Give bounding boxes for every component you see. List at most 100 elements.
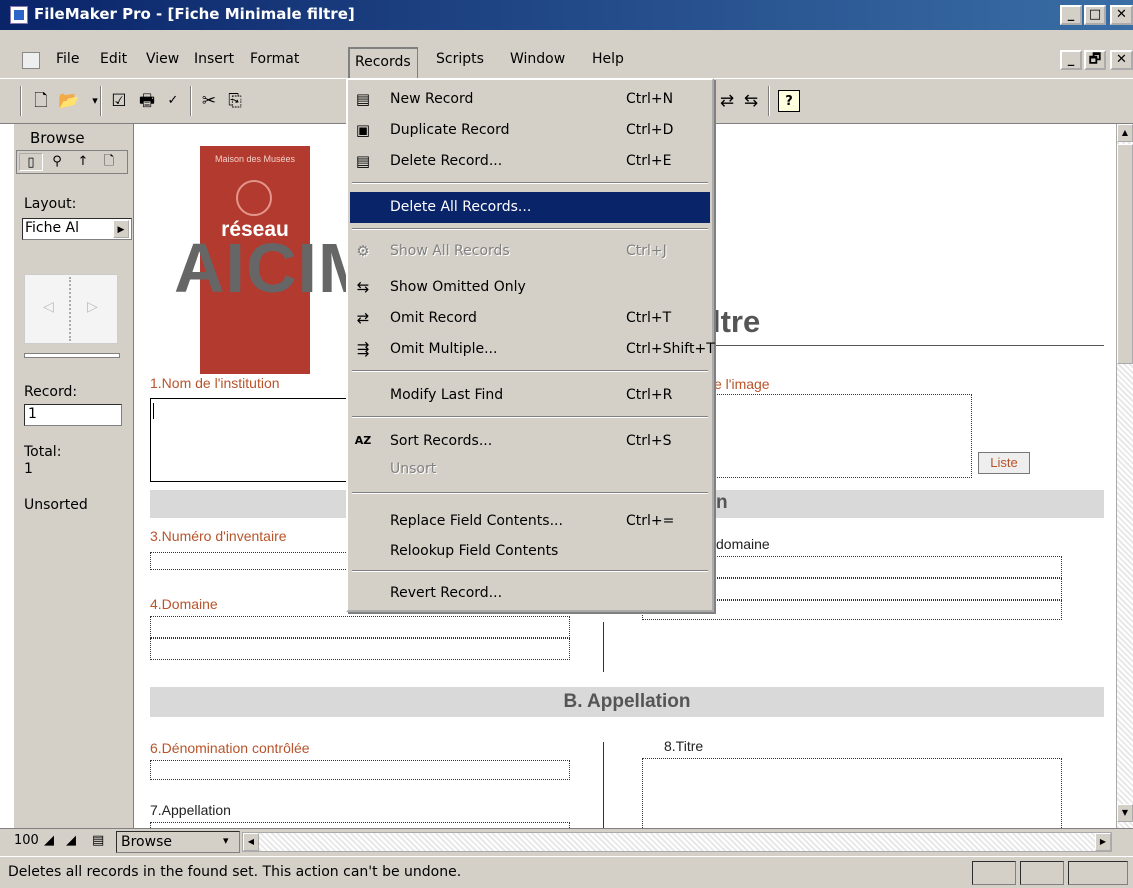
browse-mode-icon[interactable]: ▯ [19,153,43,171]
label-numero-inventaire: 3.Numéro d'inventaire [150,528,287,544]
help-icon[interactable]: ? [778,90,800,112]
scroll-right-icon[interactable]: ▶ [1095,833,1111,851]
filemaker-app-icon[interactable] [10,6,28,24]
field-nom-institution[interactable] [150,398,360,482]
menu-item-duplicate-record[interactable]: ▣ Duplicate Record Ctrl+D [350,115,710,146]
spelling-icon[interactable]: ✓ [162,90,184,112]
menu-item-delete-record[interactable]: ▤ Delete Record... Ctrl+E [350,146,710,177]
label-appellation: 7.Appellation [150,802,231,818]
menu-item-replace-field-contents[interactable]: Replace Field Contents... Ctrl+= [350,506,710,537]
menu-file[interactable]: File [50,48,85,70]
bottom-bar: 100 ◢ ◢ ▤ Browse ▾ ◀ ▶ [0,828,1133,856]
print-icon[interactable]: 🖶 [136,90,158,112]
toolbar-separator [100,86,102,116]
layout-title: ltre [712,304,761,339]
menu-item-relookup-field-contents[interactable]: Relookup Field Contents [350,536,710,567]
field-domaine-2[interactable] [150,638,570,660]
column-divider-2 [603,742,604,828]
checkbox-icon[interactable]: ☑ [108,90,130,112]
menu-scripts[interactable]: Scripts [430,48,490,70]
field-titre[interactable] [642,758,1062,828]
record-number-field[interactable]: 1 [24,404,122,426]
open-dropdown-icon[interactable]: ▾ [84,90,106,112]
new-file-icon[interactable]: 🗋 [30,90,52,112]
title-rule [704,345,1104,346]
maximize-button[interactable]: □ [1084,5,1106,25]
menu-item-revert-record[interactable]: Revert Record... [350,578,710,609]
menu-separator [352,416,708,418]
layout-label: Layout: [24,196,77,212]
menu-edit[interactable]: Edit [94,48,133,70]
menu-item-omit-multiple[interactable]: ⇶ Omit Multiple... Ctrl+Shift+T [350,334,715,365]
field-image[interactable] [710,394,972,478]
menu-records[interactable]: Records [348,47,418,78]
delete-record-icon: ▤ [355,152,371,170]
scroll-thumb[interactable] [1117,144,1133,364]
logo-symbol [236,180,272,216]
record-label: Record: [24,384,78,400]
mode-popup[interactable]: Browse ▾ [116,831,240,853]
show-omitted-icon[interactable]: ⇆ [740,90,762,112]
cut-icon[interactable]: ✂ [198,90,220,112]
show-all-records-icon: ⚙ [356,242,370,260]
menu-item-omit-record[interactable]: ⇄ Omit Record Ctrl+T [350,303,710,334]
doc-close-button[interactable]: ✕ [1110,50,1133,70]
menu-separator [352,492,708,494]
menu-item-sort-records[interactable]: AZ Sort Records... Ctrl+S [350,426,710,457]
copy-icon[interactable]: ⎘ [224,90,246,112]
menu-item-new-record[interactable]: ▤ New Record Ctrl+N [350,84,710,115]
total-value: 1 [24,461,33,477]
layout-selector[interactable]: Fiche Al ▶ [22,218,132,240]
label-nom-institution: 1.Nom de l'institution [150,375,280,391]
menu-help[interactable]: Help [586,48,630,70]
scroll-left-icon[interactable]: ◀ [243,833,259,851]
prev-record-icon[interactable]: ◁ [43,299,54,315]
logo-org: Maison des Musées [214,154,296,164]
menu-insert[interactable]: Insert [188,48,240,70]
label-image: e l'image [714,376,770,392]
status-area-toggle-icon[interactable]: ▤ [92,833,104,848]
title-bar: FileMaker Pro - [Fiche Minimale filtre] … [0,0,1133,30]
mode-popup-arrow-icon[interactable]: ▾ [223,834,229,847]
book-icon[interactable]: ◁ ▷ [24,274,118,344]
open-file-icon[interactable]: 📂 [58,90,80,112]
vertical-scrollbar[interactable]: ▲ ▼ [1116,124,1133,828]
show-omitted-icon: ⇆ [356,278,370,296]
label-sous-domaine: domaine [716,536,770,552]
menu-view[interactable]: View [140,48,185,70]
doc-restore-button[interactable]: 🗗 [1084,50,1106,70]
field-domaine-1[interactable] [150,616,570,638]
close-button[interactable]: ✕ [1110,5,1133,25]
toolbar-separator [20,86,22,116]
mode-tools: ▯ ⚲ ↑ 🗋 [16,150,128,174]
minimize-button[interactable]: _ [1060,5,1082,25]
omit-multiple-icon: ⇶ [356,340,370,358]
scroll-down-icon[interactable]: ▼ [1117,804,1133,822]
scroll-up-icon[interactable]: ▲ [1117,124,1133,142]
menu-item-delete-all-records[interactable]: Delete All Records... [350,192,710,223]
document-icon[interactable] [22,52,40,69]
zoom-out-icon[interactable]: ◢ [44,833,54,848]
omit-icon[interactable]: ⇄ [716,90,738,112]
layout-dropdown-icon[interactable]: ▶ [113,220,129,238]
menu-item-show-all-records[interactable]: ⚙ Show All Records Ctrl+J [350,236,710,267]
liste-button[interactable]: Liste [978,452,1030,474]
record-slider[interactable] [24,353,120,358]
next-record-icon[interactable]: ▷ [87,299,98,315]
zoom-in-icon[interactable]: ◢ [66,833,76,848]
doc-minimize-button[interactable]: _ [1060,50,1082,70]
horizontal-scrollbar[interactable]: ◀ ▶ [242,832,1112,852]
menu-item-unsort[interactable]: Unsort [350,454,710,485]
mode-label: Browse [30,129,85,147]
menu-item-modify-last-find[interactable]: Modify Last Find Ctrl+R [350,380,710,411]
field-numero-inventaire[interactable] [150,552,350,570]
status-bar: Deletes all records in the found set. Th… [0,856,1133,888]
layout-mode-icon[interactable]: ↑ [71,153,95,171]
field-denomination[interactable] [150,760,570,780]
menu-format[interactable]: Format [244,48,305,70]
menu-window[interactable]: Window [504,48,571,70]
section-a-title: n [716,492,728,513]
menu-item-show-omitted-only[interactable]: ⇆ Show Omitted Only [350,272,710,303]
find-mode-icon[interactable]: ⚲ [45,153,69,171]
preview-mode-icon[interactable]: 🗋 [97,153,121,171]
